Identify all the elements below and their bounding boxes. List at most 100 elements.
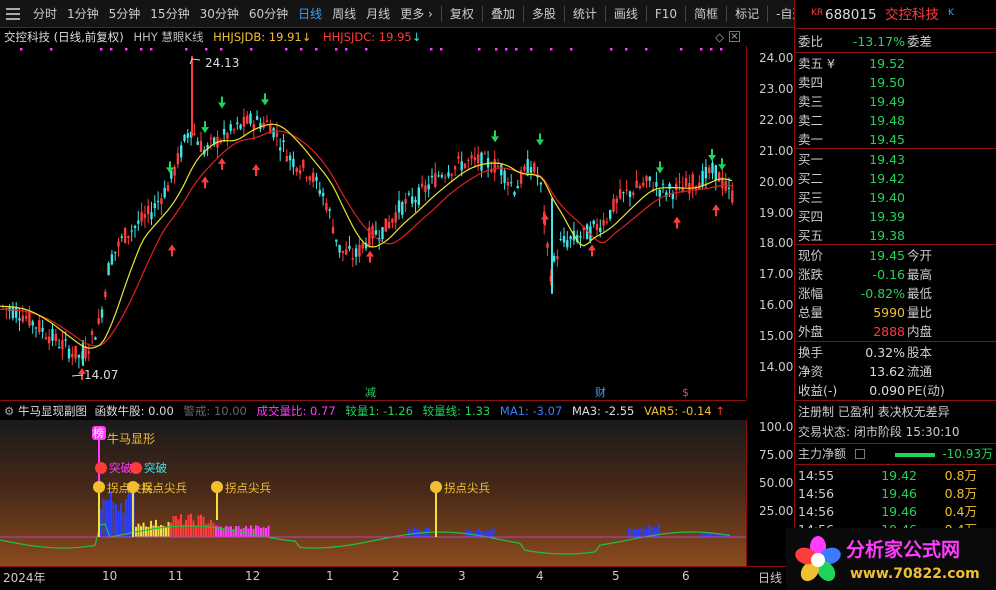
signal-dot: [505, 48, 508, 51]
var5-value: VAR5: -0.14: [644, 404, 712, 418]
stats-button[interactable]: 统计: [568, 0, 602, 28]
diamond-icon[interactable]: ◇: [715, 28, 724, 46]
period-tab-day[interactable]: 日线: [293, 0, 327, 28]
candle: [232, 129, 236, 131]
sub-y-tick: 100.0: [759, 420, 794, 434]
period-tab-1min[interactable]: 1分钟: [62, 0, 104, 28]
mark-button[interactable]: 标记: [730, 0, 764, 28]
period-tab-week[interactable]: 周线: [327, 0, 361, 28]
f10-button[interactable]: F10: [650, 0, 682, 28]
down-arrow-icon: [718, 158, 726, 171]
period-tab-more[interactable]: 更多 ›: [395, 0, 438, 28]
event-marker-reduce[interactable]: 减: [365, 386, 376, 398]
volume-bar: [152, 525, 155, 537]
divider: [795, 28, 996, 29]
volume-bar: [222, 528, 225, 537]
volume-bar: [160, 525, 162, 537]
down-arrow-icon: [201, 121, 209, 134]
volume-bar: [177, 519, 180, 537]
period-label[interactable]: 日线: [758, 569, 782, 586]
rank-badge-text: 榜: [93, 426, 104, 440]
stock-code: 688015: [825, 7, 877, 23]
candle: [351, 257, 354, 260]
up-arrow-icon: [218, 157, 226, 170]
jl1-value: 较量1: -1.26: [345, 404, 413, 418]
menu-icon[interactable]: [4, 7, 22, 21]
candle: [612, 198, 615, 212]
candle: [358, 244, 361, 257]
candle: [447, 172, 450, 177]
candle: [305, 177, 308, 179]
stock-code-row: KR 688015 交控科技 K: [795, 6, 996, 26]
row-label: 外盘: [798, 324, 824, 339]
candle: [282, 140, 285, 143]
stock-name[interactable]: 交控科技: [885, 6, 939, 25]
period-tab-60min[interactable]: 60分钟: [244, 0, 293, 28]
down-arrow-icon: [491, 130, 499, 143]
ma-yellow-line: [0, 123, 733, 349]
simple-frame-button[interactable]: 简框: [689, 0, 723, 28]
volume-bar: [265, 528, 267, 537]
candle: [675, 183, 678, 190]
candle: [562, 236, 566, 243]
sub-indicator-chart[interactable]: 榜 牛马显形 突破 突破 拐点尖兵 拐点尖兵 拐点尖兵 拐点尖兵: [0, 420, 746, 566]
volume-bar: [240, 529, 242, 537]
close-icon[interactable]: ×: [729, 31, 740, 42]
signal-dot: [495, 48, 498, 51]
volume-bar: [262, 527, 265, 537]
row-label: 卖一: [798, 132, 824, 147]
event-marker-finance[interactable]: 财: [595, 385, 606, 398]
candle: [57, 346, 61, 348]
candle: [166, 185, 170, 192]
indicator-name[interactable]: HHY 慧眼K线: [133, 30, 203, 44]
period-tab-5min[interactable]: 5分钟: [104, 0, 146, 28]
event-marker-dividend[interactable]: $: [682, 386, 689, 398]
candle: [506, 182, 510, 186]
ma1-value: MA1: -3.07: [499, 404, 563, 418]
candle: [180, 145, 183, 158]
period-tab-fenshi[interactable]: 分时: [28, 0, 62, 28]
row-label: 卖二: [798, 113, 824, 128]
candle: [137, 220, 140, 224]
weicha-label: 委差: [907, 34, 933, 49]
period-tab-30min[interactable]: 30分钟: [195, 0, 244, 28]
x-label: 1: [326, 569, 334, 583]
candle: [163, 187, 166, 198]
fuquan-button[interactable]: 复权: [445, 0, 479, 28]
tick-time: 14:56: [798, 504, 835, 519]
candlestick-chart[interactable]: 24.13 14.07 减 财 $: [0, 46, 746, 398]
candle: [196, 141, 199, 145]
net-label: 主力净额: [798, 447, 847, 461]
volume-bar: [630, 529, 633, 537]
candle: [384, 218, 387, 232]
x-label: 11: [168, 569, 184, 583]
volume-bar: [420, 530, 423, 537]
period-tab-month[interactable]: 月线: [361, 0, 395, 28]
chart-toggle-icon[interactable]: [855, 449, 865, 459]
volume-bar: [245, 525, 247, 537]
candle: [143, 214, 147, 218]
candle: [74, 345, 77, 359]
multi-stock-button[interactable]: 多股: [527, 0, 561, 28]
candle: [71, 353, 74, 358]
overlay-button[interactable]: 叠加: [486, 0, 520, 28]
up-arrow-icon: [673, 216, 681, 229]
candle: [295, 167, 298, 173]
candle: [318, 190, 321, 195]
ma3-value: MA3: -2.55: [571, 404, 635, 418]
period-tab-15min[interactable]: 15分钟: [145, 0, 194, 28]
sub-indicator-name[interactable]: 牛马显现副图: [18, 404, 87, 418]
row-right-label: 股本: [907, 345, 933, 360]
candle: [38, 320, 41, 333]
candle: [371, 225, 374, 239]
candle: [628, 191, 632, 197]
down-arrow-icon: [536, 133, 544, 146]
down-arrow-icon: ↓: [301, 30, 312, 44]
draw-line-button[interactable]: 画线: [609, 0, 643, 28]
candle: [434, 173, 437, 187]
candle: [117, 241, 120, 247]
candle: [394, 212, 397, 223]
signal-dot: [440, 48, 443, 51]
gear-icon[interactable]: ⚙: [4, 404, 14, 418]
signal-dot: [150, 48, 153, 51]
